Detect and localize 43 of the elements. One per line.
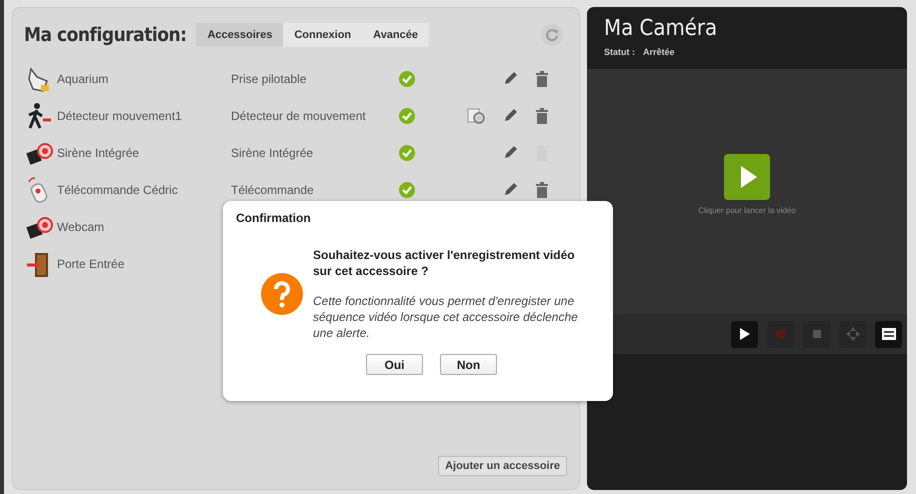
accessory-name: Sirène Intégrée xyxy=(57,146,140,160)
play-button[interactable] xyxy=(731,320,758,348)
move-button[interactable] xyxy=(839,320,866,348)
trash-icon[interactable] xyxy=(535,70,549,86)
trash-icon[interactable] xyxy=(535,108,549,124)
accessory-name: Webcam xyxy=(57,220,104,234)
camera-link-icon[interactable] xyxy=(467,108,485,124)
stop-icon xyxy=(812,330,820,338)
tab[interactable]: Accessoires xyxy=(196,23,284,47)
video-caption: Cliquer pour lancer la vidéo xyxy=(698,206,796,215)
dialog-question: Souhaitez-vous activer l'enregistrement vidéo sur cet accessoire ? xyxy=(313,247,576,279)
film-icon xyxy=(882,328,896,340)
accessory-name: Détecteur mouvement1 xyxy=(57,108,182,122)
dialog-button[interactable]: Oui xyxy=(366,354,423,375)
pencil-icon[interactable] xyxy=(502,182,518,198)
status-label: Statut : xyxy=(604,47,635,57)
dialog-description: Cette fonctionnalité vous permet d'enregister une séquence vidéo lorsque cet accessoire déclenche une alerte. xyxy=(313,293,579,341)
record-icon xyxy=(776,329,786,339)
stop-button[interactable] xyxy=(803,320,830,348)
pencil-icon[interactable] xyxy=(502,144,518,160)
camera-title: Ma Caméra xyxy=(604,16,718,41)
play-video-button[interactable] xyxy=(724,154,770,200)
accessory-type: Détecteur de mouvement xyxy=(231,108,366,122)
tab[interactable]: Avancée xyxy=(362,23,429,47)
accessory-name: Aquarium xyxy=(57,72,108,86)
play-icon xyxy=(740,328,750,340)
tab[interactable]: Connexion xyxy=(283,23,362,47)
move-icon xyxy=(846,327,860,341)
accessory-type: Prise pilotable xyxy=(231,72,306,86)
accessory-type: Télécommande xyxy=(231,182,314,196)
accessory-name: Porte Entrée xyxy=(57,256,124,270)
question-icon xyxy=(261,273,303,315)
status-value: Arrêtée xyxy=(643,47,675,57)
accessory-name: Télécommande Cédric xyxy=(57,182,178,196)
trash-icon[interactable] xyxy=(535,182,549,198)
pencil-icon[interactable] xyxy=(502,70,518,86)
dialog-button[interactable]: Non xyxy=(440,354,497,375)
panel-title: Ma configuration: xyxy=(24,24,186,46)
film-button[interactable] xyxy=(875,320,902,348)
dialog-title: Confirmation xyxy=(236,211,312,225)
add-accessory-button[interactable]: Ajouter un accessoire xyxy=(438,456,567,476)
pencil-icon[interactable] xyxy=(502,108,518,124)
accessory-type: Sirène Intégrée xyxy=(231,146,314,160)
